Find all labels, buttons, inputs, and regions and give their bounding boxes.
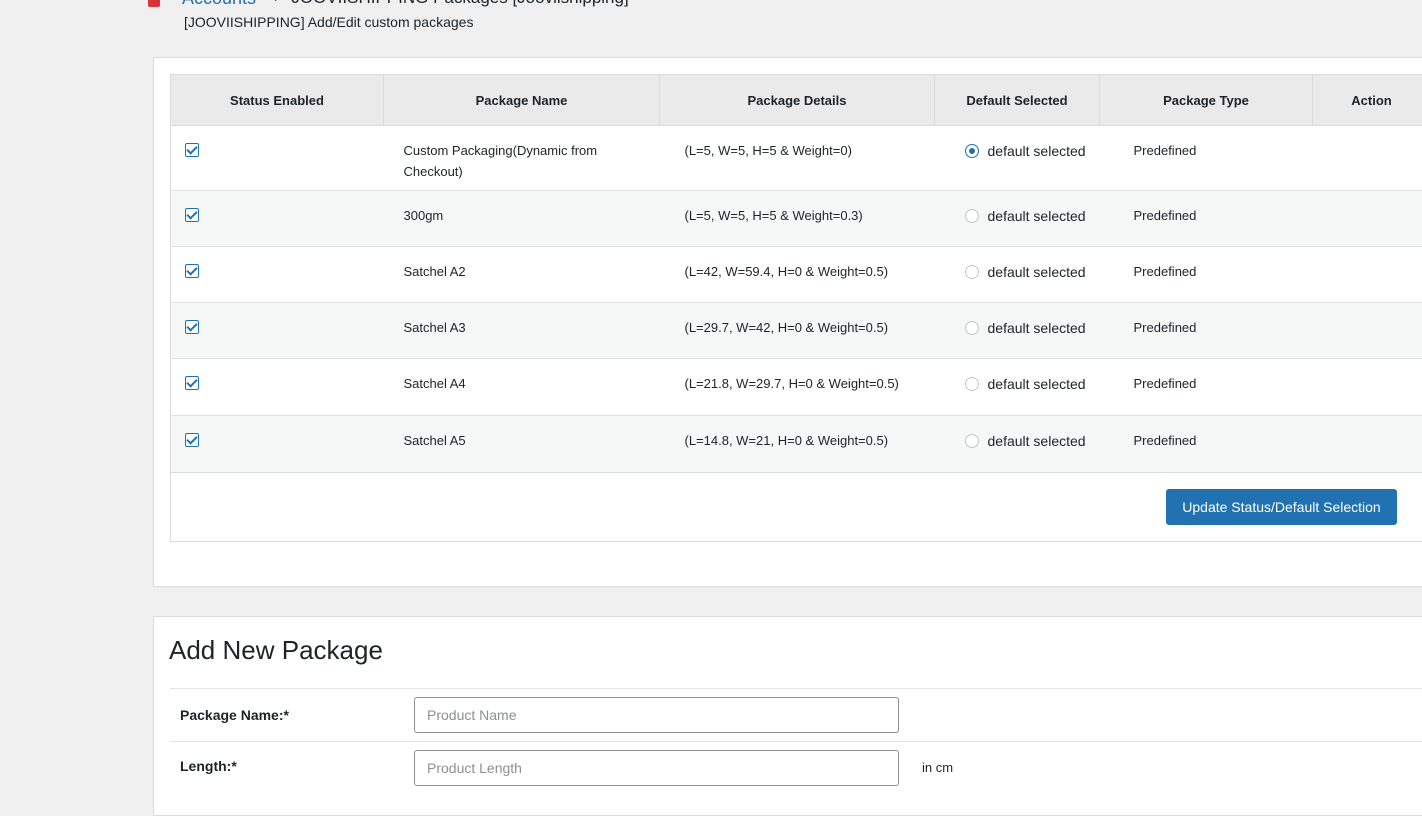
default-selected-option[interactable]: default selected	[935, 191, 1100, 224]
breadcrumb: Accounts › JOOVIISHIPPING Packages [Joov…	[148, 0, 629, 10]
default-selected-option[interactable]: default selected	[935, 359, 1100, 392]
add-package-card: Add New Package Package Name:* Length:* …	[153, 616, 1422, 816]
table-row: Satchel A2 (L=42, W=59.4, H=0 & Weight=0…	[171, 247, 1422, 303]
package-action	[1313, 416, 1422, 430]
breadcrumb-accounts-link[interactable]: Accounts	[182, 0, 256, 9]
breadcrumb-separator-icon: ›	[274, 0, 279, 7]
default-radio-label: default selected	[988, 143, 1086, 159]
status-enabled-checkbox[interactable]	[185, 143, 199, 157]
table-row: 300gm (L=5, W=5, H=5 & Weight=0.3) defau…	[171, 191, 1422, 247]
status-enabled-checkbox[interactable]	[185, 264, 199, 278]
package-name: Satchel A3	[384, 303, 660, 338]
default-radio-label: default selected	[988, 433, 1086, 449]
header-package-type: Package Type	[1100, 75, 1313, 126]
package-type: Predefined	[1100, 303, 1313, 338]
default-selected-option[interactable]: default selected	[935, 247, 1100, 280]
package-action	[1313, 359, 1422, 373]
package-name: Satchel A4	[384, 359, 660, 394]
default-radio-label: default selected	[988, 264, 1086, 280]
table-row: Satchel A4 (L=21.8, W=29.7, H=0 & Weight…	[171, 359, 1422, 416]
package-type: Predefined	[1100, 191, 1313, 226]
packages-card: Status Enabled Package Name Package Deta…	[153, 57, 1422, 587]
default-radio[interactable]	[965, 144, 979, 158]
package-details: (L=5, W=5, H=5 & Weight=0.3)	[660, 191, 935, 226]
default-radio-label: default selected	[988, 376, 1086, 392]
form-row-package-name: Package Name:*	[170, 688, 1422, 741]
form-row-length: Length:* in cm	[170, 741, 1422, 794]
package-details: (L=42, W=59.4, H=0 & Weight=0.5)	[660, 247, 935, 282]
package-details: (L=14.8, W=21, H=0 & Weight=0.5)	[660, 416, 935, 451]
length-label: Length:*	[180, 758, 237, 774]
app-logo-icon	[148, 0, 160, 7]
length-unit: in cm	[922, 760, 953, 775]
table-row: Satchel A3 (L=29.7, W=42, H=0 & Weight=0…	[171, 303, 1422, 359]
package-action	[1313, 247, 1422, 261]
breadcrumb-current: JOOVIISHIPPING Packages [Jooviishipping]	[291, 0, 628, 8]
default-selected-option[interactable]: default selected	[935, 416, 1100, 449]
default-selected-option[interactable]: default selected	[935, 303, 1100, 336]
package-name-label: Package Name:*	[180, 707, 289, 723]
status-enabled-checkbox[interactable]	[185, 433, 199, 447]
status-enabled-checkbox[interactable]	[185, 320, 199, 334]
add-package-title: Add New Package	[169, 635, 383, 666]
update-status-button[interactable]: Update Status/Default Selection	[1166, 489, 1397, 525]
package-name: Satchel A5	[384, 416, 660, 451]
table-row: Satchel A5 (L=14.8, W=21, H=0 & Weight=0…	[171, 416, 1422, 472]
table-row: Custom Packaging(Dynamic from Checkout) …	[171, 126, 1422, 191]
length-input[interactable]	[414, 750, 899, 786]
header-package-name: Package Name	[384, 75, 660, 126]
table-header-row: Status Enabled Package Name Package Deta…	[171, 75, 1422, 126]
package-action	[1313, 191, 1422, 205]
default-radio[interactable]	[965, 321, 979, 335]
default-radio[interactable]	[965, 209, 979, 223]
default-selected-option[interactable]: default selected	[935, 126, 1100, 159]
status-enabled-checkbox[interactable]	[185, 376, 199, 390]
package-action	[1313, 126, 1422, 140]
package-name-input[interactable]	[414, 697, 899, 733]
header-status-enabled: Status Enabled	[171, 75, 384, 126]
package-name: Satchel A2	[384, 247, 660, 282]
package-type: Predefined	[1100, 247, 1313, 282]
page-subtitle: [JOOVIISHIPPING] Add/Edit custom package…	[184, 14, 473, 30]
packages-table: Status Enabled Package Name Package Deta…	[170, 74, 1422, 472]
status-enabled-checkbox[interactable]	[185, 208, 199, 222]
package-details: (L=29.7, W=42, H=0 & Weight=0.5)	[660, 303, 935, 338]
package-type: Predefined	[1100, 126, 1313, 161]
table-footer: Update Status/Default Selection	[170, 472, 1422, 542]
default-radio[interactable]	[965, 434, 979, 448]
package-details: (L=21.8, W=29.7, H=0 & Weight=0.5)	[660, 359, 935, 394]
package-action	[1313, 303, 1422, 317]
default-radio[interactable]	[965, 265, 979, 279]
package-type: Predefined	[1100, 416, 1313, 451]
package-type: Predefined	[1100, 359, 1313, 394]
default-radio-label: default selected	[988, 320, 1086, 336]
header-package-details: Package Details	[660, 75, 935, 126]
default-radio[interactable]	[965, 377, 979, 391]
header-action: Action	[1313, 75, 1422, 126]
header-default-selected: Default Selected	[935, 75, 1100, 126]
package-details: (L=5, W=5, H=5 & Weight=0)	[660, 126, 935, 161]
package-name: Custom Packaging(Dynamic from Checkout)	[384, 126, 660, 182]
default-radio-label: default selected	[988, 208, 1086, 224]
package-name: 300gm	[384, 191, 660, 226]
